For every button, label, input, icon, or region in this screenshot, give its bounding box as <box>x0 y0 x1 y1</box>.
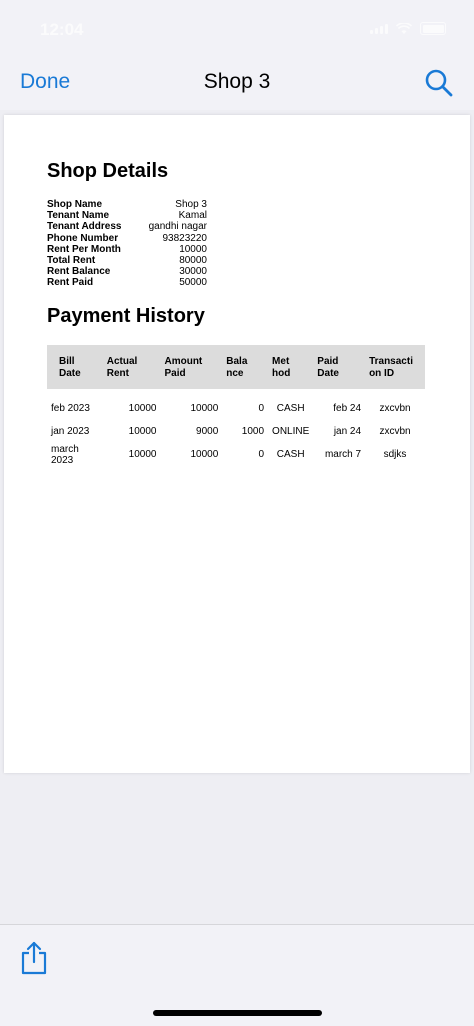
home-indicator[interactable] <box>153 1010 322 1016</box>
detail-value: 50000 <box>179 277 207 289</box>
document-page: Shop Details Shop Name Shop 3 Tenant Name… <box>4 115 470 773</box>
status-icons <box>370 22 446 35</box>
column-header: Transacti on ID <box>369 356 413 379</box>
method-cell: CASH <box>276 403 305 414</box>
detail-label: Rent Paid <box>47 277 94 289</box>
amount-paid-cell: 10000 <box>190 403 219 414</box>
actual-rent-cell: 10000 <box>128 426 157 437</box>
table-header-row: Bill Date Actual Rent Amount Paid Bala n… <box>47 345 425 389</box>
paid-date-cell: feb 24 <box>333 403 362 414</box>
shop-details-list: Shop Name Shop 3 Tenant Name Kamal Tenant … <box>47 199 207 289</box>
status-time: 12:04 <box>40 20 84 39</box>
method-cell: ONLINE <box>272 426 310 437</box>
detail-label: Rent Balance <box>47 266 111 278</box>
column-header: Bala nce <box>226 356 248 379</box>
detail-value: Kamal <box>178 210 207 222</box>
detail-row: Phone Number 93823220 <box>47 233 207 244</box>
detail-row: Tenant Name Kamal <box>47 210 207 221</box>
wifi-icon <box>396 22 412 34</box>
transaction-id-cell: zxcvbn <box>379 426 411 437</box>
paid-date-cell: jan 24 <box>333 426 362 437</box>
status-bar: 12:04 <box>0 0 474 58</box>
detail-value: gandhi nagar <box>148 221 207 233</box>
balance-cell: 0 <box>258 403 265 414</box>
detail-label: Shop Name <box>47 199 103 210</box>
page-title: Shop 3 <box>203 70 271 93</box>
detail-row: Rent Balance 30000 <box>47 266 207 277</box>
transaction-id-cell: zxcvbn <box>379 403 411 414</box>
bottom-toolbar <box>0 924 474 1026</box>
detail-value: 30000 <box>179 266 207 278</box>
share-icon[interactable] <box>20 941 48 975</box>
detail-label: Tenant Address <box>47 221 122 233</box>
detail-value: 80000 <box>179 255 207 267</box>
column-header: Paid Date <box>317 356 339 379</box>
payment-history-table: Bill Date Actual Rent Amount Paid Bala n… <box>47 345 425 466</box>
detail-row: Tenant Address gandhi nagar <box>47 221 207 232</box>
bill-date-cell: jan 2023 <box>51 426 90 437</box>
column-header: Amount Paid <box>164 356 203 379</box>
column-header: Met hod <box>272 356 291 379</box>
amount-paid-cell: 10000 <box>190 449 219 460</box>
detail-value: 93823220 <box>162 232 208 244</box>
detail-label: Phone Number <box>47 232 119 244</box>
shop-details-heading: Shop Details <box>47 160 169 182</box>
table-row: jan 2023 10000 9000 1000 ONLINE jan 24 z… <box>47 420 425 443</box>
paid-date-cell: march 7 <box>324 449 362 460</box>
detail-label: Tenant Name <box>47 210 110 222</box>
column-header: Actual Rent <box>106 356 138 379</box>
column-header: Bill Date <box>59 356 81 379</box>
balance-cell: 1000 <box>241 426 265 437</box>
detail-row: Rent Paid 50000 <box>47 277 207 288</box>
battery-icon <box>420 22 446 35</box>
actual-rent-cell: 10000 <box>128 449 157 460</box>
detail-label: Total Rent <box>47 255 96 267</box>
navigation-bar: Done Shop 3 <box>0 58 474 110</box>
table-row: feb 2023 10000 10000 0 CASH feb 24 zxcvb… <box>47 389 425 420</box>
detail-label: Rent Per Month <box>47 243 121 255</box>
detail-value: 10000 <box>179 243 207 255</box>
transaction-id-cell: sdjks <box>383 449 407 460</box>
balance-cell: 0 <box>258 449 265 460</box>
detail-value: Shop 3 <box>175 199 207 210</box>
amount-paid-cell: 9000 <box>196 426 219 437</box>
table-row: march 2023 10000 10000 0 CASH march 7 sd… <box>47 443 425 466</box>
method-cell: CASH <box>276 449 305 460</box>
detail-row: Total Rent 80000 <box>47 255 207 266</box>
actual-rent-cell: 10000 <box>128 403 157 414</box>
bill-date-cell: feb 2023 <box>51 403 90 414</box>
cellular-signal-icon <box>370 23 388 34</box>
detail-row: Rent Per Month 10000 <box>47 244 207 255</box>
bill-date-cell: march 2023 <box>51 443 79 466</box>
payment-history-heading: Payment History <box>47 305 205 327</box>
detail-row: Shop Name Shop 3 <box>47 199 207 210</box>
search-icon[interactable] <box>424 68 454 98</box>
